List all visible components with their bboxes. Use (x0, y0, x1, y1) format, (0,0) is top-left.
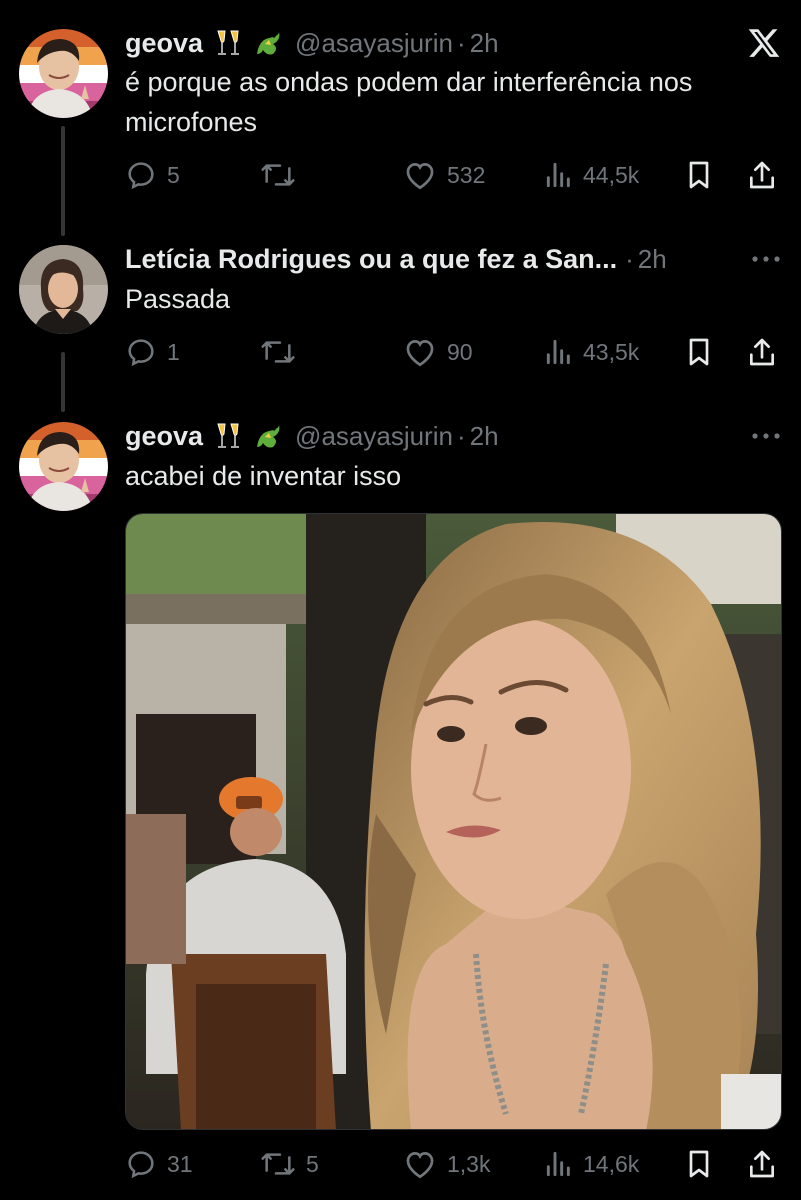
tweet-text: Passada (125, 284, 231, 314)
timestamp[interactable]: 2h (470, 28, 499, 59)
analytics-icon (545, 1148, 573, 1180)
repost-icon (260, 159, 296, 191)
thread-line (61, 352, 65, 412)
reply-button[interactable]: 5 (125, 155, 180, 195)
more-options-icon[interactable] (751, 241, 781, 277)
bookmark-icon (685, 159, 713, 191)
heart-icon (403, 1148, 437, 1180)
timestamp[interactable]: 2h (638, 244, 667, 275)
share-button[interactable] (747, 332, 777, 372)
display-name[interactable]: geova (125, 421, 203, 452)
bookmark-icon (685, 336, 713, 368)
tweet-header: Letícia Rodrigues ou a que fez a San... … (125, 241, 781, 277)
share-button[interactable] (747, 1144, 777, 1184)
tweet-actions: 1 90 43,5k (125, 332, 785, 372)
share-icon (747, 336, 777, 368)
tweet-header: geova @asayasjurin · 2h (125, 25, 781, 61)
heart-icon (403, 336, 437, 368)
view-count: 14,6k (583, 1150, 640, 1177)
bookmark-button[interactable] (685, 1144, 713, 1184)
repost-button[interactable] (260, 332, 306, 372)
views-button[interactable]: 14,6k (545, 1144, 639, 1184)
tweet-actions: 31 5 1,3k 14,6k (125, 1144, 785, 1184)
like-button[interactable]: 90 (403, 332, 473, 372)
display-name[interactable]: Letícia Rodrigues ou a que fez a San... (125, 244, 617, 275)
clinking-glasses-emoji (213, 28, 243, 58)
avatar-geova[interactable] (19, 29, 108, 118)
separator-dot: · (456, 420, 466, 451)
reply-count: 5 (167, 161, 180, 188)
repost-button[interactable] (260, 155, 306, 195)
share-button[interactable] (747, 155, 777, 195)
avatar-geova[interactable] (19, 422, 108, 511)
dragon-emoji (253, 421, 283, 451)
repost-button[interactable]: 5 (260, 1144, 319, 1184)
repost-icon (260, 336, 296, 368)
separator-dot: · (625, 243, 634, 274)
reply-icon (125, 159, 157, 191)
reply-icon (125, 336, 157, 368)
reply-count: 31 (167, 1150, 193, 1177)
bookmark-button[interactable] (685, 155, 713, 195)
avatar-leticia[interactable] (19, 245, 108, 334)
x-logo-icon[interactable] (747, 25, 781, 61)
tweet-text: é porque as ondas podem dar interferênci… (125, 67, 693, 137)
like-count: 1,3k (447, 1150, 491, 1177)
tweet-actions: 5 532 44,5k (125, 155, 785, 195)
dragon-emoji (253, 28, 283, 58)
analytics-icon (545, 159, 573, 191)
more-options-icon[interactable] (751, 418, 781, 454)
timestamp[interactable]: 2h (470, 421, 499, 452)
bookmark-icon (685, 1148, 713, 1180)
reply-count: 1 (167, 338, 180, 365)
share-icon (747, 1148, 777, 1180)
views-button[interactable]: 43,5k (545, 332, 639, 372)
reply-icon (125, 1148, 157, 1180)
tweet-media-photo[interactable] (125, 513, 782, 1130)
like-button[interactable]: 532 (403, 155, 485, 195)
reply-button[interactable]: 31 (125, 1144, 193, 1184)
like-count: 90 (447, 338, 473, 365)
tweet-text: acabei de inventar isso (125, 461, 402, 491)
analytics-icon (545, 336, 573, 368)
tweet-header: geova @asayasjurin · 2h (125, 418, 781, 454)
thread-line (61, 126, 65, 236)
share-icon (747, 159, 777, 191)
bookmark-button[interactable] (685, 332, 713, 372)
reply-button[interactable]: 1 (125, 332, 180, 372)
repost-count: 5 (306, 1150, 319, 1177)
heart-icon (403, 159, 437, 191)
views-button[interactable]: 44,5k (545, 155, 639, 195)
like-button[interactable]: 1,3k (403, 1144, 490, 1184)
view-count: 44,5k (583, 161, 640, 188)
repost-icon (260, 1148, 296, 1180)
user-handle[interactable]: @asayasjurin (295, 421, 453, 452)
clinking-glasses-emoji (213, 421, 243, 451)
display-name[interactable]: geova (125, 28, 203, 59)
user-handle[interactable]: @asayasjurin (295, 28, 453, 59)
separator-dot: · (456, 27, 466, 58)
view-count: 43,5k (583, 338, 640, 365)
like-count: 532 (447, 161, 486, 188)
